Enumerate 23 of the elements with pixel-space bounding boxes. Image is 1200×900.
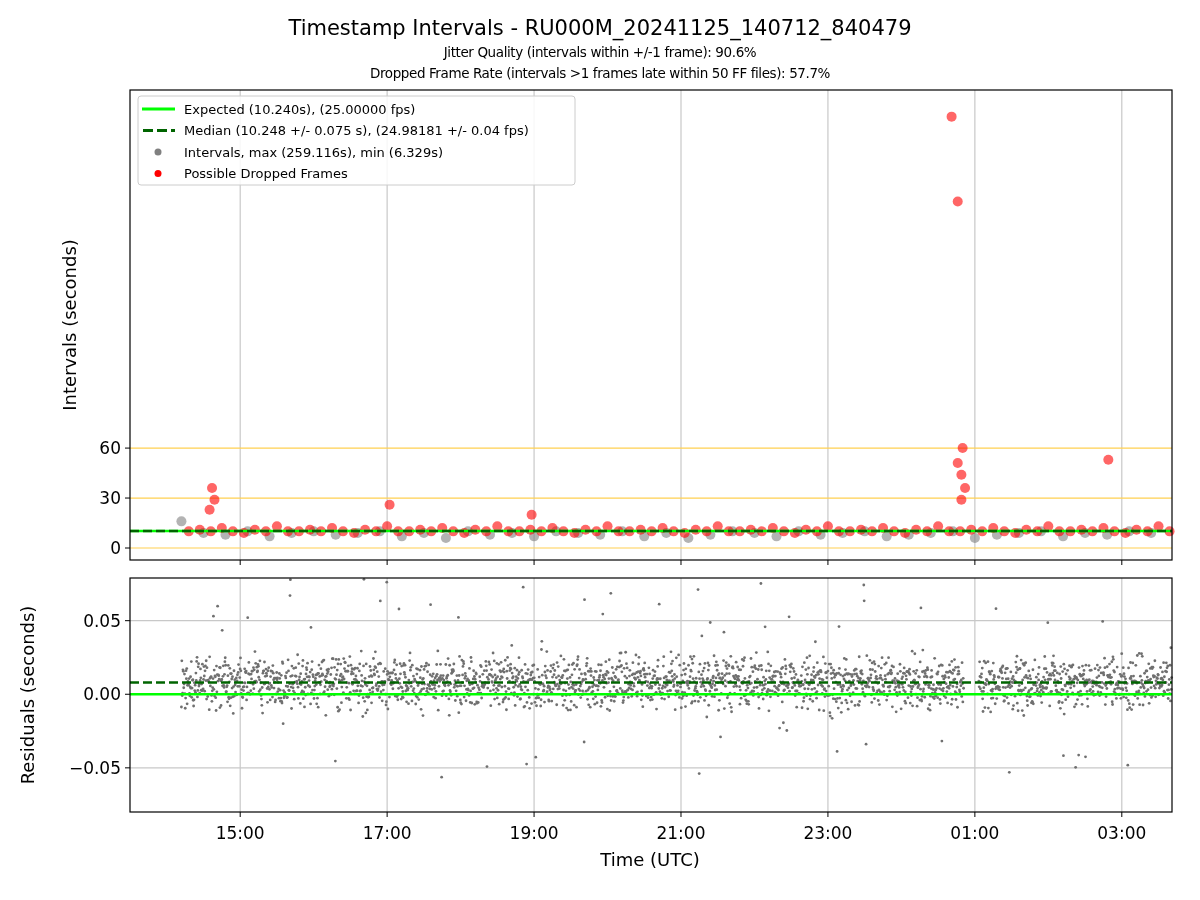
legend-label: Intervals, max (259.116s), min (6.329s): [184, 144, 443, 160]
x-tick-label: 03:00: [1097, 823, 1147, 843]
x-tick-label: 23:00: [803, 823, 853, 843]
legend-label: Median (10.248 +/- 0.075 s), (24.98181 +/- 0.04 fps): [184, 123, 529, 138]
y-tick-label: 0.05: [83, 610, 121, 631]
x-tick-label: 15:00: [215, 823, 265, 843]
figure-title: Timestamp Intervals - RU000M_20241125_140712_840479: [288, 15, 912, 42]
y-tick-label: 30: [99, 488, 121, 509]
x-axis-label: Time (UTC): [599, 848, 700, 872]
legend-label: Expected (10.240s), (25.00000 fps): [184, 101, 416, 117]
y-tick-label: 0: [110, 538, 121, 558]
figure-subtitle: Dropped Frame Rate (intervals >1 frames late within 50 FF files): 57.7%: [369, 64, 831, 83]
x-tick-label: 19:00: [509, 823, 559, 843]
y-tick-label: 0.00: [83, 684, 121, 705]
y-tick-label: 60: [99, 438, 121, 459]
y-axis-label: Residuals (seconds): [17, 605, 38, 785]
x-tick-label: 21:00: [656, 823, 706, 843]
x-tick-label: 01:00: [950, 823, 1000, 843]
figure-subtitle: Jitter Quality (intervals within +/-1 frame): 90.6%: [443, 43, 757, 62]
x-tick-label: 17:00: [362, 823, 412, 843]
y-tick-label: −0.05: [68, 757, 121, 778]
y-axis-label: Intervals (seconds): [59, 239, 80, 411]
legend-label: Possible Dropped Frames: [184, 166, 348, 181]
